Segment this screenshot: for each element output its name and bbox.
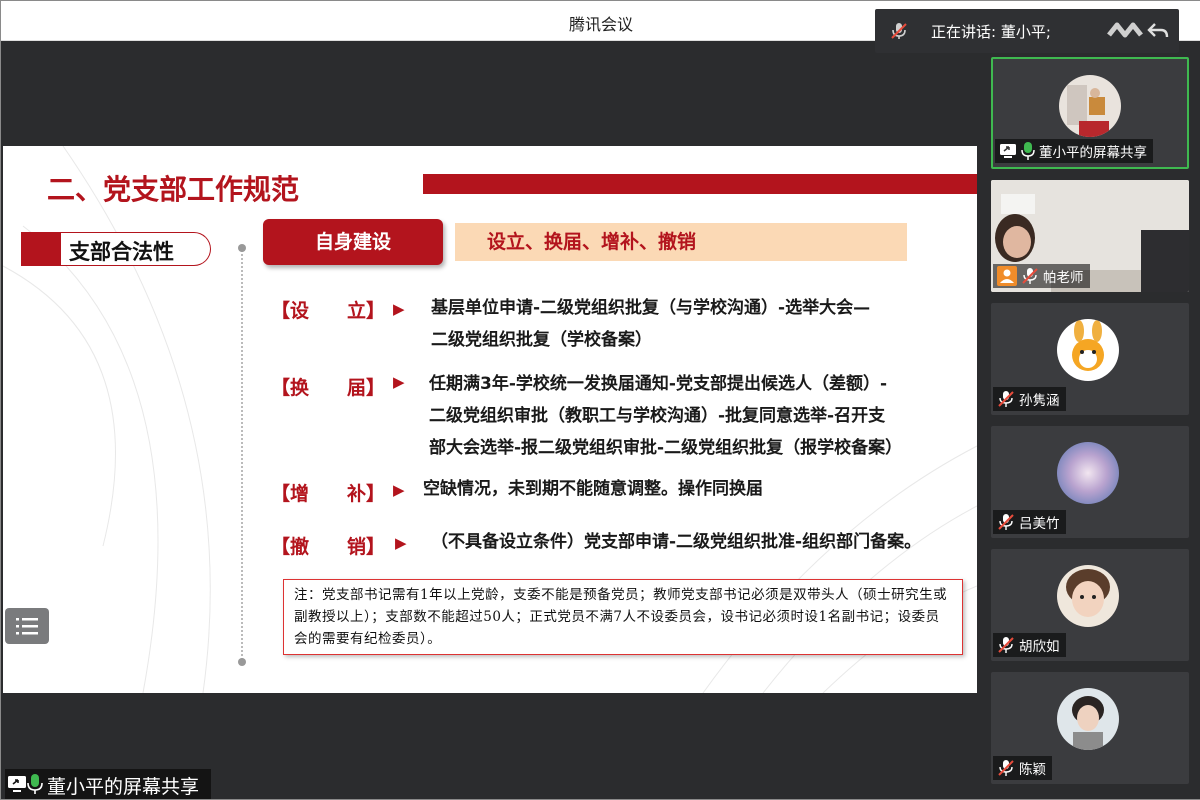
timeline-line [241,246,243,664]
participant-panel: 董小平的屏幕共享 帕老师 孙隽涵 吕美竹 胡欣如 陈颖 [979,41,1200,799]
title-decor-bar [423,174,977,194]
share-tag-label: 董小平的屏幕共享 [47,776,200,798]
timeline-dot [238,658,246,666]
mic-muted-icon [891,23,907,39]
tab-subtitle: 设立、换届、增补、撤销 [455,223,907,261]
row-label: 【撤 销】 [271,536,386,558]
participant-name: 董小平的屏幕共享 [1039,145,1147,161]
slide-menu-button[interactable] [5,608,49,644]
arrow-icon: ▶ [393,481,405,499]
row-label: 【换 届】 [271,377,386,399]
row-text: 空缺情况，未到期不能随意调整。操作同换届 [423,479,763,499]
list-icon [16,618,38,635]
section-label-text: 支部合法性 [69,240,174,264]
participant-name: 吕美竹 [1019,516,1060,532]
participant-tile[interactable]: 帕老师 [991,180,1189,292]
mic-active-icon [1021,142,1035,160]
participant-name: 帕老师 [1043,270,1084,286]
avatar [1057,688,1119,750]
screen-share-icon [1000,144,1016,158]
participant-name: 陈颖 [1019,762,1046,778]
row-label: 【设 立】 [271,300,386,322]
participant-name: 胡欣如 [1019,639,1060,655]
avatar [1057,565,1119,627]
mic-active-icon [27,774,43,794]
avatar [1059,75,1121,137]
row-text: 任期满3年-学校统一发换届通知-党支部提出候选人（差额）- 二级党组织审批（教职… [429,374,903,458]
meeting-window: 腾讯会议 正在讲话: 董小平; 二、党支部工作规范 支部合法性 自身建设 设立、… [0,0,1200,800]
arrow-icon: ▶ [393,373,405,391]
avatar [1057,442,1119,504]
participant-name: 孙隽涵 [1019,393,1060,409]
participant-tile[interactable]: 董小平的屏幕共享 [991,57,1189,169]
tencent-meeting-logo-icon [1107,22,1143,38]
user-icon [997,266,1017,286]
return-icon[interactable] [1147,21,1169,41]
mic-muted-icon [998,391,1014,407]
row-text: （不具备设立条件）党支部申请-二级党组织批准-组织部门备案。 [431,532,922,552]
speaking-indicator: 正在讲话: 董小平; [875,9,1179,53]
row-label: 【增 补】 [271,483,386,505]
screen-share-icon [8,776,26,792]
note-box: 注：党支部书记需有1年以上党龄，支委不能是预备党员；教师党支部书记必须是双带头人… [283,579,963,655]
speaking-text: 正在讲话: 董小平; [931,23,1051,41]
participant-tile[interactable]: 孙隽涵 [991,303,1189,415]
row-text: 基层单位申请-二级党组织批复（与学校沟通）-选举大会— 二级党组织批复（学校备案… [431,298,871,350]
timeline-dot [238,244,246,252]
mic-muted-icon [998,760,1014,776]
mic-muted-icon [998,637,1014,653]
participant-tile[interactable]: 吕美竹 [991,426,1189,538]
tab-self-construction: 自身建设 [263,219,443,265]
screen-share-tag: 董小平的屏幕共享 [5,769,211,799]
presentation-slide: 二、党支部工作规范 支部合法性 自身建设 设立、换届、增补、撤销 【设 立】 ▶… [3,146,977,693]
participant-tile[interactable]: 胡欣如 [991,549,1189,661]
participant-tile[interactable]: 陈颖 [991,672,1189,784]
mic-muted-icon [998,514,1014,530]
mic-muted-icon [1022,268,1038,284]
section-label: 支部合法性 [21,232,213,266]
slide-title: 二、党支部工作规范 [47,173,300,206]
avatar [1057,319,1119,381]
arrow-icon: ▶ [393,300,405,318]
arrow-icon: ▶ [395,534,407,552]
